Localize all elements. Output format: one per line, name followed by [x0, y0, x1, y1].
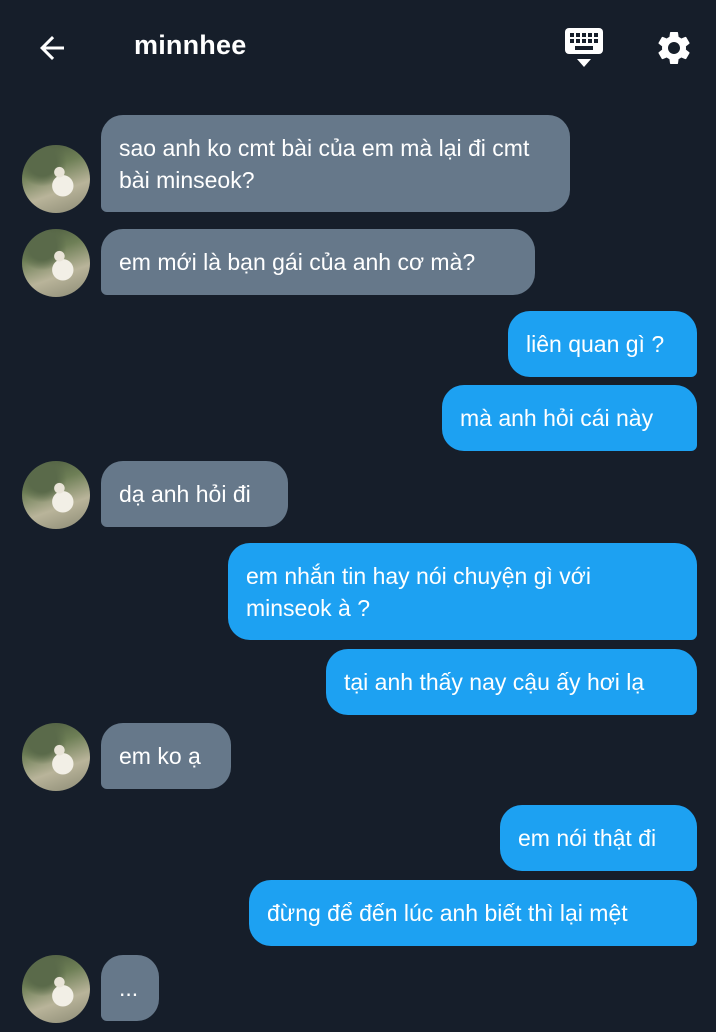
message-bubble-outgoing[interactable]: liên quan gì ? [508, 311, 697, 377]
message-text: em nhắn tin hay nói chuyện gì với minseo… [246, 562, 591, 621]
chat-header: minnhee [0, 0, 716, 96]
message-bubble-outgoing[interactable]: em nói thật đi [500, 805, 697, 871]
message-text: sao anh ko cmt bài của em mà lại đi cmt … [119, 134, 530, 193]
gear-icon [658, 31, 690, 64]
chat-title: minnhee [134, 30, 247, 60]
message-bubble[interactable]: em mới là bạn gái của anh cơ mà? [101, 229, 535, 295]
avatar[interactable] [22, 145, 90, 213]
message-bubble-outgoing[interactable]: đừng để đến lúc anh biết thì lại mệt [249, 880, 697, 946]
message-bubble-outgoing[interactable]: tại anh thấy nay cậu ấy hơi lạ [326, 649, 697, 715]
message-text: đừng để đến lúc anh biết thì lại mệt [267, 900, 628, 926]
message-text: ... [119, 975, 139, 1001]
message-text: mà anh hỏi cái này [460, 405, 654, 431]
keyboard-button[interactable] [560, 24, 608, 72]
message-text: tại anh thấy nay cậu ấy hơi lạ [344, 669, 645, 695]
message-text: liên quan gì ? [526, 331, 665, 357]
message-bubble[interactable]: em ko ạ [101, 723, 231, 789]
message-bubble-outgoing[interactable]: em nhắn tin hay nói chuyện gì với minseo… [228, 543, 697, 640]
message-text: em ko ạ [119, 743, 201, 769]
keyboard-icon [565, 28, 603, 67]
message-bubble[interactable]: dạ anh hỏi đi [101, 461, 288, 527]
message-text: dạ anh hỏi đi [119, 481, 251, 507]
chat-screen: minnhee sao anh ko cmt bài của em mà lại… [0, 0, 716, 1032]
settings-button[interactable] [650, 24, 698, 72]
avatar[interactable] [22, 461, 90, 529]
message-bubble[interactable]: sao anh ko cmt bài của em mà lại đi cmt … [101, 115, 570, 212]
avatar[interactable] [22, 229, 90, 297]
avatar[interactable] [22, 955, 90, 1023]
message-bubble-outgoing[interactable]: mà anh hỏi cái này [442, 385, 697, 451]
message-bubble[interactable]: ... [101, 955, 159, 1021]
message-text: em mới là bạn gái của anh cơ mà? [119, 249, 476, 275]
back-arrow-icon [40, 36, 64, 60]
message-text: em nói thật đi [518, 825, 657, 851]
back-button[interactable] [30, 26, 74, 70]
avatar[interactable] [22, 723, 90, 791]
